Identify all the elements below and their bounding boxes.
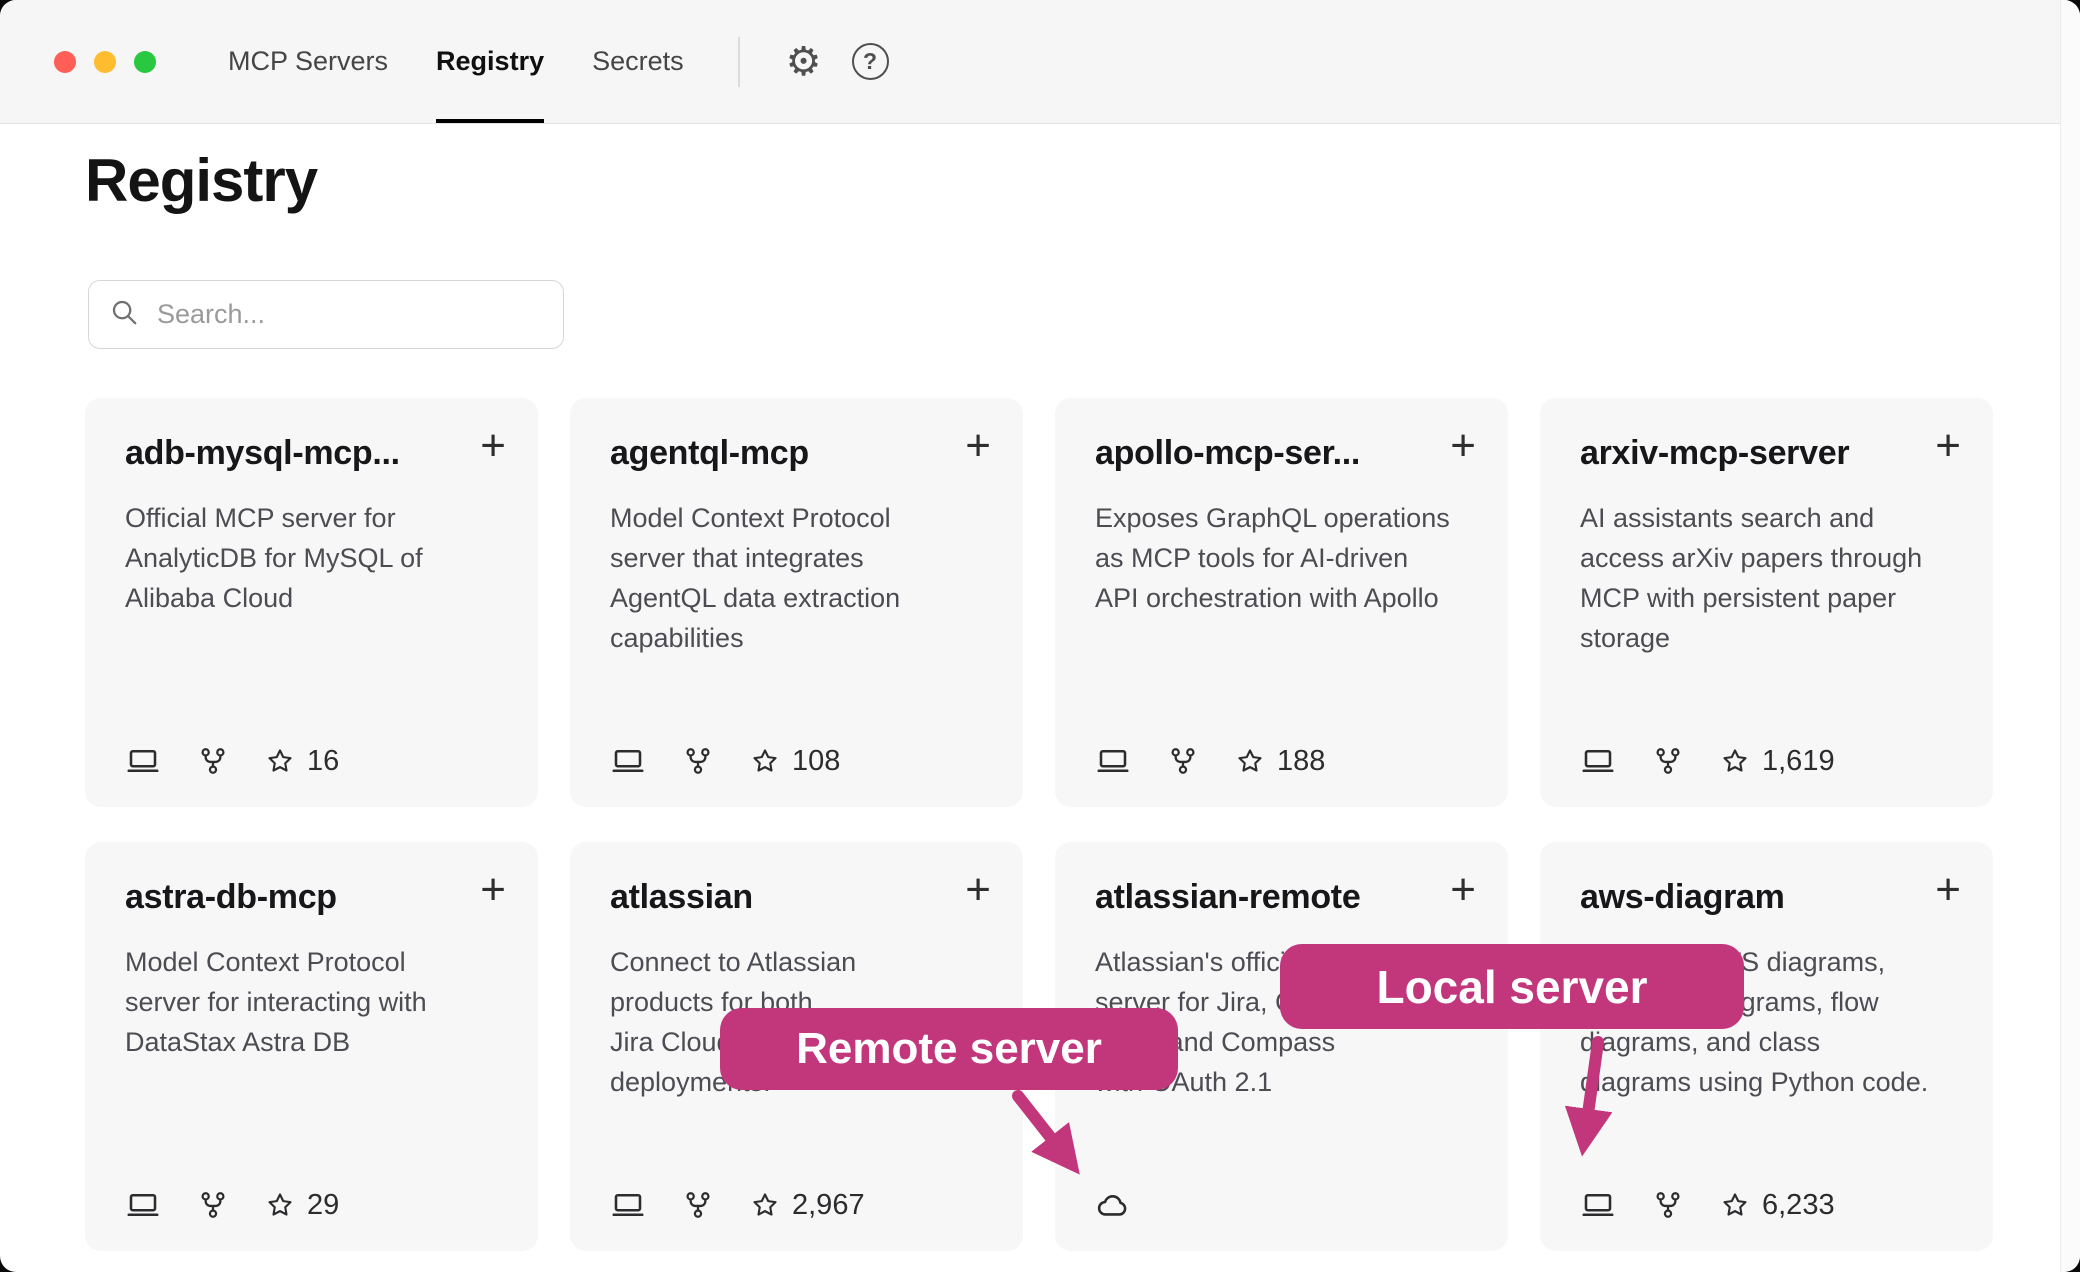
star-count-group: 1,619: [1720, 745, 1835, 778]
star-icon: [265, 1190, 295, 1220]
star-count-group: 6,233: [1720, 1189, 1835, 1222]
star-count: 1,619: [1762, 745, 1835, 778]
card-title: astra-db-mcp: [125, 878, 455, 917]
git-fork-icon[interactable]: [197, 745, 229, 777]
laptop-icon: [125, 743, 161, 779]
tab-secrets[interactable]: Secrets: [592, 0, 684, 123]
search-icon: [109, 297, 139, 332]
close-button[interactable]: [54, 51, 76, 73]
card-footer: [1095, 1187, 1131, 1223]
star-icon: [1720, 1190, 1750, 1220]
card-title: atlassian: [610, 878, 940, 917]
card-arxiv-mcp-server: arxiv-mcp-server + AI assistants search …: [1540, 398, 1993, 807]
add-server-button[interactable]: +: [1450, 424, 1476, 468]
add-server-button[interactable]: +: [480, 424, 506, 468]
laptop-icon: [1580, 743, 1616, 779]
card-title: apollo-mcp-ser...: [1095, 434, 1425, 473]
card-title: agentql-mcp: [610, 434, 940, 473]
laptop-icon: [610, 743, 646, 779]
header-divider: [738, 37, 740, 87]
star-count-group: 16: [265, 745, 339, 778]
git-fork-icon[interactable]: [197, 1189, 229, 1221]
titlebar: MCP Servers Registry Secrets ⚙ ?: [0, 0, 2080, 124]
help-icon[interactable]: ?: [852, 43, 889, 80]
page-title: Registry: [85, 146, 317, 215]
laptop-icon: [125, 1187, 161, 1223]
card-footer: 2,967: [610, 1187, 865, 1223]
card-aws-diagram: aws-diagram + Generate AWS diagrams, seq…: [1540, 842, 1993, 1251]
nav-tabs: MCP Servers Registry Secrets: [228, 0, 684, 123]
add-server-button[interactable]: +: [1935, 424, 1961, 468]
laptop-icon: [1095, 743, 1131, 779]
card-description: Model Context Protocol server that integ…: [610, 499, 983, 659]
card-grid: adb-mysql-mcp... + Official MCP server f…: [85, 398, 1993, 1251]
add-server-button[interactable]: +: [965, 868, 991, 912]
git-fork-icon[interactable]: [1167, 745, 1199, 777]
add-server-button[interactable]: +: [1935, 868, 1961, 912]
star-count: 29: [307, 1189, 339, 1222]
star-count: 16: [307, 745, 339, 778]
card-title: arxiv-mcp-server: [1580, 434, 1910, 473]
card-title: aws-diagram: [1580, 878, 1910, 917]
settings-gear-icon[interactable]: ⚙: [786, 42, 822, 82]
star-count-group: 29: [265, 1189, 339, 1222]
card-description: Exposes GraphQL operations as MCP tools …: [1095, 499, 1468, 619]
star-count: 188: [1277, 745, 1325, 778]
star-count-group: 2,967: [750, 1189, 865, 1222]
search-box: [88, 280, 564, 349]
card-footer: 16: [125, 743, 339, 779]
star-icon: [1720, 746, 1750, 776]
card-footer: 29: [125, 1187, 339, 1223]
card-description: AI assistants search and access arXiv pa…: [1580, 499, 1953, 659]
card-footer: 1,619: [1580, 743, 1835, 779]
card-agentql-mcp: agentql-mcp + Model Context Protocol ser…: [570, 398, 1023, 807]
star-icon: [265, 746, 295, 776]
card-footer: 188: [1095, 743, 1325, 779]
git-fork-icon[interactable]: [682, 1189, 714, 1221]
git-fork-icon[interactable]: [1652, 745, 1684, 777]
search-input[interactable]: [155, 298, 543, 331]
annotation-local-server: Local server: [1280, 944, 1744, 1029]
laptop-icon: [1580, 1187, 1616, 1223]
card-title: adb-mysql-mcp...: [125, 434, 455, 473]
git-fork-icon[interactable]: [682, 745, 714, 777]
star-count-group: 108: [750, 745, 840, 778]
card-footer: 108: [610, 743, 840, 779]
zoom-button[interactable]: [134, 51, 156, 73]
star-count: 108: [792, 745, 840, 778]
add-server-button[interactable]: +: [480, 868, 506, 912]
card-title: atlassian-remote: [1095, 878, 1425, 917]
cloud-icon: [1095, 1187, 1131, 1223]
star-count-group: 188: [1235, 745, 1325, 778]
card-adb-mysql-mcp: adb-mysql-mcp... + Official MCP server f…: [85, 398, 538, 807]
card-description: Official MCP server for AnalyticDB for M…: [125, 499, 498, 619]
tab-mcp-servers[interactable]: MCP Servers: [228, 0, 388, 123]
add-server-button[interactable]: +: [965, 424, 991, 468]
star-count: 2,967: [792, 1189, 865, 1222]
annotation-remote-server: Remote server: [720, 1008, 1178, 1090]
git-fork-icon[interactable]: [1652, 1189, 1684, 1221]
star-icon: [1235, 746, 1265, 776]
card-description: Model Context Protocol server for intera…: [125, 943, 498, 1063]
laptop-icon: [610, 1187, 646, 1223]
tab-registry[interactable]: Registry: [436, 0, 544, 123]
star-icon: [750, 1190, 780, 1220]
card-astra-db-mcp: astra-db-mcp + Model Context Protocol se…: [85, 842, 538, 1251]
traffic-lights: [54, 0, 156, 123]
add-server-button[interactable]: +: [1450, 868, 1476, 912]
card-footer: 6,233: [1580, 1187, 1835, 1223]
scrollbar-track[interactable]: [2060, 0, 2080, 1272]
minimize-button[interactable]: [94, 51, 116, 73]
app-window: MCP Servers Registry Secrets ⚙ ? Registr…: [0, 0, 2080, 1272]
card-apollo-mcp-server: apollo-mcp-ser... + Exposes GraphQL oper…: [1055, 398, 1508, 807]
star-icon: [750, 746, 780, 776]
star-count: 6,233: [1762, 1189, 1835, 1222]
